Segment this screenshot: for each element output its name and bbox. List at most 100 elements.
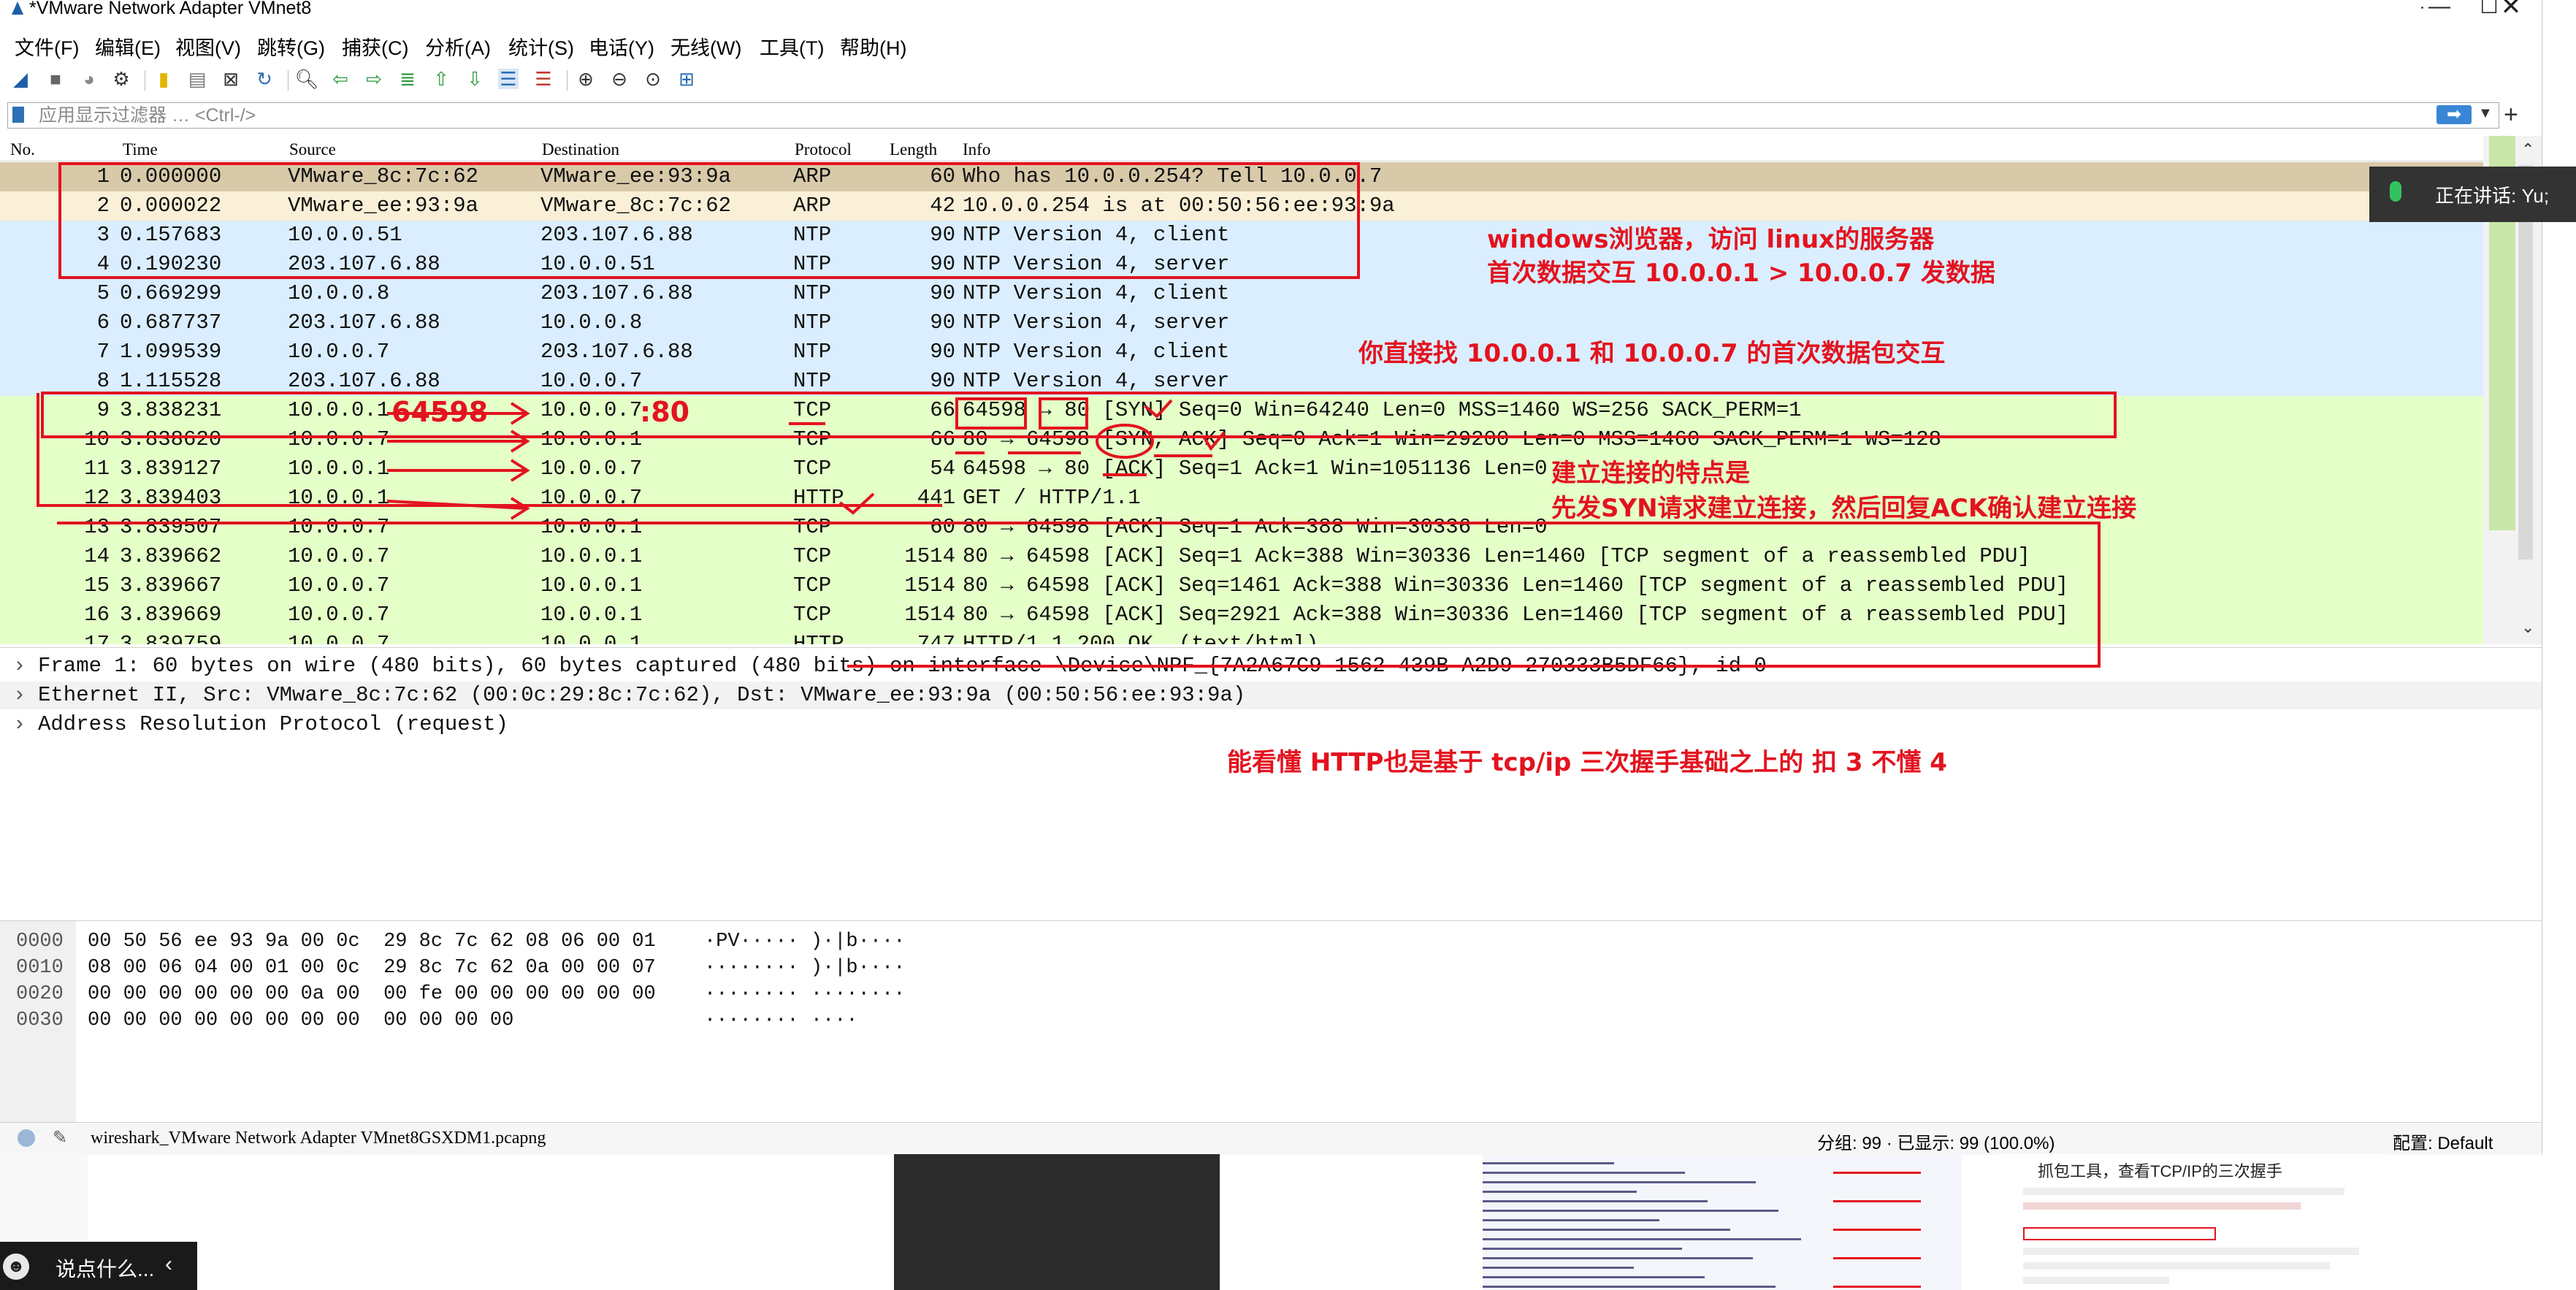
packet-cell-no: 12 bbox=[84, 486, 110, 510]
hex-offset[interactable]: 0000 bbox=[16, 928, 64, 955]
add-filter-button-plus-icon[interactable]: + bbox=[2504, 102, 2518, 127]
normal-size-icon[interactable]: ⊙ bbox=[643, 69, 663, 89]
packet-row[interactable]: 3 0.157683 10.0.0.51 203.107.6.88 NTP 90 NTP V… bbox=[0, 221, 2483, 250]
restart-capture-icon[interactable]: ◕ bbox=[79, 69, 99, 89]
open-file-folder-icon[interactable]: ▮ bbox=[153, 69, 174, 89]
packet-cell-no: 3 bbox=[96, 223, 110, 247]
packet-row[interactable]: 2 0.000022 VMware_ee:93:9a VMware_8c:7c:62 A… bbox=[0, 191, 2483, 221]
menu-telephony[interactable]: 电话(Y) bbox=[589, 32, 654, 61]
expand-arrow-icon[interactable]: › bbox=[13, 711, 26, 738]
expert-info-icon[interactable] bbox=[18, 1129, 35, 1147]
scrollbar-thumb[interactable] bbox=[2518, 165, 2533, 560]
scroll-down-icon[interactable]: ⌄ bbox=[2521, 618, 2534, 637]
packet-cell-dst: 10.0.0.51 bbox=[540, 252, 655, 276]
packet-cell-len: 747 bbox=[917, 632, 955, 644]
expand-arrow-icon[interactable]: › bbox=[13, 682, 26, 709]
menu-help[interactable]: 帮助(H) bbox=[840, 32, 906, 61]
menu-file[interactable]: 文件(F) bbox=[15, 32, 79, 61]
menu-analyze[interactable]: 分析(A) bbox=[425, 32, 491, 61]
find-packet-search-icon[interactable]: 🔍︎ bbox=[295, 69, 319, 89]
hex-ascii[interactable]: ········ ········ bbox=[704, 981, 905, 1007]
col-time[interactable]: Time bbox=[123, 140, 158, 159]
hex-ascii[interactable]: ········ ···· bbox=[704, 1007, 858, 1034]
packet-row[interactable]: 5 0.669299 10.0.0.8 203.107.6.88 NTP 90 NTP Ve… bbox=[0, 279, 2483, 308]
filter-dropdown-icon[interactable]: ▼ bbox=[2478, 105, 2493, 122]
packet-cell-src: 10.0.0.1 bbox=[288, 398, 390, 422]
hex-ascii[interactable]: ········ )·|b···· bbox=[704, 955, 905, 981]
packet-row[interactable]: 17 3.839759 10.0.0.7 10.0.0.1 HTTP 747 HTTP/1.… bbox=[0, 630, 2483, 644]
packet-cell-no: 16 bbox=[84, 603, 110, 627]
save-file-icon[interactable]: ▤ bbox=[187, 69, 207, 89]
stop-capture-icon[interactable]: ■ bbox=[45, 69, 66, 89]
capture-options-gear-icon[interactable]: ⚙ bbox=[111, 69, 131, 89]
zoom-out-icon[interactable]: ⊖ bbox=[609, 69, 630, 89]
col-destination[interactable]: Destination bbox=[542, 140, 619, 159]
packet-cell-no: 13 bbox=[84, 515, 110, 539]
resize-columns-icon[interactable]: ⊞ bbox=[676, 69, 697, 89]
display-filter[interactable]: 应用显示过滤器 … <Ctrl-/> ➡ ▼ bbox=[7, 102, 2499, 129]
close-button[interactable]: ✕ bbox=[2496, 0, 2526, 19]
packet-row[interactable]: 16 3.839669 10.0.0.7 10.0.0.1 TCP 1514 80 → 64… bbox=[0, 600, 2483, 630]
hex-ascii[interactable]: ·PV····· )·|b···· bbox=[704, 928, 905, 955]
detail-row-arp[interactable]: › Address Resolution Protocol (request) bbox=[0, 711, 2542, 738]
scroll-up-icon[interactable]: ⌃ bbox=[2521, 140, 2534, 159]
col-protocol[interactable]: Protocol bbox=[795, 140, 852, 159]
hex-bytes[interactable]: 00 00 00 00 00 00 00 00 00 00 00 00 bbox=[88, 1007, 513, 1034]
start-capture-fin-icon[interactable]: ◢ bbox=[10, 69, 31, 89]
bookmark-icon[interactable] bbox=[12, 107, 24, 123]
packet-row[interactable]: 6 0.687737 203.107.6.88 10.0.0.8 NTP 90 NTP Ve… bbox=[0, 308, 2483, 337]
detail-row-ethernet[interactable]: › Ethernet II, Src: VMware_8c:7c:62 (00:0… bbox=[0, 682, 2542, 709]
packet-cell-info: NTP Version 4, server bbox=[963, 252, 1230, 276]
first-packet-icon[interactable]: ⇧ bbox=[431, 69, 451, 89]
packet-details: › Frame 1: 60 bytes on wire (480 bits), 6… bbox=[0, 647, 2542, 918]
menu-view[interactable]: 视图(V) bbox=[175, 32, 241, 61]
col-no[interactable]: No. bbox=[10, 140, 35, 159]
profile-name[interactable]: 配置: Default bbox=[2393, 1129, 2493, 1154]
expand-arrow-icon[interactable]: › bbox=[13, 652, 26, 680]
packet-cell-proto: HTTP bbox=[793, 486, 844, 510]
go-back-arrow-icon[interactable]: ⇦ bbox=[330, 69, 351, 89]
col-info[interactable]: Info bbox=[963, 140, 990, 159]
menu-tools[interactable]: 工具(T) bbox=[760, 32, 824, 61]
hex-offset[interactable]: 0030 bbox=[16, 1007, 64, 1034]
edit-comment-icon[interactable]: ✎ bbox=[53, 1127, 67, 1148]
menu-capture[interactable]: 捕获(C) bbox=[342, 32, 408, 61]
chat-placeholder[interactable]: 说点什么... bbox=[56, 1253, 154, 1283]
menu-statistics[interactable]: 统计(S) bbox=[508, 32, 574, 61]
menu-go[interactable]: 跳转(G) bbox=[257, 32, 325, 61]
packet-row[interactable]: 9 3.838231 10.0.0.1 10.0.0.7 TCP 66 64598 → 80… bbox=[0, 396, 2483, 425]
packet-row[interactable]: 4 0.190230 203.107.6.88 10.0.0.51 NTP 90 NTP V… bbox=[0, 250, 2483, 279]
packet-row[interactable]: 8 1.115528 203.107.6.88 10.0.0.7 NTP 90 NTP Ve… bbox=[0, 367, 2483, 396]
auto-scroll-icon[interactable]: ☰ bbox=[498, 69, 519, 89]
last-packet-icon[interactable]: ⇩ bbox=[465, 69, 485, 89]
window-minimize-primary[interactable]: — bbox=[2425, 0, 2454, 18]
packet-row[interactable]: 15 3.839667 10.0.0.7 10.0.0.1 TCP 1514 80 → 64… bbox=[0, 571, 2483, 600]
hex-bytes[interactable]: 08 00 06 04 00 01 00 0c 29 8c 7c 62 0a 0… bbox=[88, 955, 656, 981]
hex-offset[interactable]: 0010 bbox=[16, 955, 64, 981]
hex-bytes[interactable]: 00 00 00 00 00 00 0a 00 00 fe 00 00 00 0… bbox=[88, 981, 656, 1007]
col-length[interactable]: Length bbox=[890, 140, 937, 159]
packet-row[interactable]: 11 3.839127 10.0.0.1 10.0.0.7 TCP 54 64598 → 8… bbox=[0, 454, 2483, 484]
packet-row[interactable]: 10 3.838620 10.0.0.7 10.0.0.1 TCP 66 80 → 6459… bbox=[0, 425, 2483, 454]
collapse-chevron-icon[interactable]: ‹ bbox=[165, 1252, 172, 1277]
col-source[interactable]: Source bbox=[289, 140, 336, 159]
apply-filter-button[interactable]: ➡ bbox=[2437, 105, 2472, 124]
packet-row[interactable]: 14 3.839662 10.0.0.7 10.0.0.1 TCP 1514 80 → 64… bbox=[0, 542, 2483, 571]
packet-row[interactable]: 7 1.099539 10.0.0.7 203.107.6.88 NTP 90 NTP Ve… bbox=[0, 337, 2483, 367]
chat-input-bar[interactable]: ☻ 说点什么... ‹ bbox=[0, 1242, 197, 1290]
detail-row-frame[interactable]: › Frame 1: 60 bytes on wire (480 bits), 6… bbox=[0, 652, 2542, 680]
go-to-packet-icon[interactable]: ≣ bbox=[397, 69, 418, 89]
emoji-face-icon[interactable]: ☻ bbox=[3, 1253, 29, 1280]
close-file-icon[interactable]: ⊠ bbox=[221, 69, 241, 89]
colorize-icon[interactable]: ☰ bbox=[533, 69, 554, 89]
menu-wireless[interactable]: 无线(W) bbox=[670, 32, 741, 61]
hex-bytes[interactable]: 00 50 56 ee 93 9a 00 0c 29 8c 7c 62 08 0… bbox=[88, 928, 656, 955]
packet-row[interactable]: 1 0.000000 VMware_8c:7c:62 VMware_ee:93:9a A… bbox=[0, 162, 2483, 191]
packet-cell-src: 10.0.0.1 bbox=[288, 457, 390, 481]
display-filter-input[interactable]: 应用显示过滤器 … <Ctrl-/> bbox=[39, 104, 256, 127]
hex-offset[interactable]: 0020 bbox=[16, 981, 64, 1007]
zoom-in-icon[interactable]: ⊕ bbox=[576, 69, 596, 89]
reload-file-icon[interactable]: ↻ bbox=[254, 69, 275, 89]
menu-edit[interactable]: 编辑(E) bbox=[95, 32, 161, 61]
go-forward-arrow-icon[interactable]: ⇨ bbox=[364, 69, 384, 89]
